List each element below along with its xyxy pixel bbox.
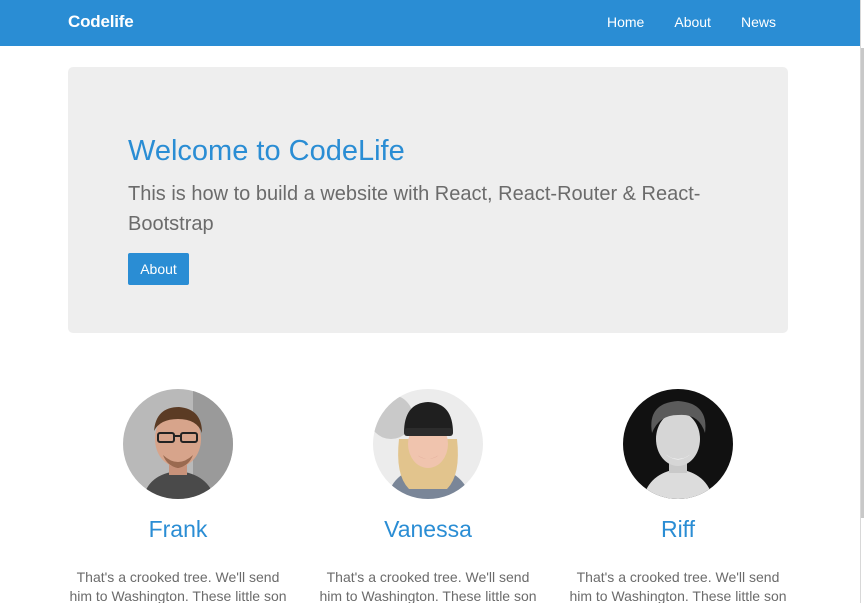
about-button[interactable]: About	[128, 253, 189, 285]
hero-subtitle: This is how to build a website with Reac…	[128, 183, 701, 235]
person-card-frank: Frank That's a crooked tree. We'll send …	[68, 389, 288, 603]
person-description: That's a crooked tree. We'll send him to…	[569, 569, 787, 603]
avatar-frank	[123, 389, 233, 499]
avatar-vanessa	[373, 389, 483, 499]
person-description: That's a crooked tree. We'll send him to…	[69, 569, 287, 603]
person-name: Vanessa	[384, 516, 472, 542]
hero-title: Welcome to CodeLife	[128, 135, 405, 167]
brand-logo[interactable]: Codelife	[68, 12, 134, 32]
person-description: That's a crooked tree. We'll send him to…	[319, 569, 537, 603]
person-card-riff: Riff That's a crooked tree. We'll send h…	[568, 389, 788, 603]
avatar-riff	[623, 389, 733, 499]
nav-link-home[interactable]: Home	[607, 14, 644, 30]
person-name: Frank	[148, 516, 208, 542]
person-name: Riff	[660, 516, 696, 542]
people-section: Frank That's a crooked tree. We'll send …	[68, 389, 788, 603]
nav-link-news[interactable]: News	[741, 14, 776, 30]
person-card-vanessa: Vanessa That's a crooked tree. We'll sen…	[318, 389, 538, 603]
hero-jumbotron: Welcome to CodeLife This is how to build…	[68, 67, 788, 333]
nav-link-about[interactable]: About	[674, 14, 711, 30]
top-navbar: Codelife Home About News	[0, 0, 860, 46]
nav-links: Home About News	[607, 14, 806, 30]
page-scrollbar[interactable]	[860, 0, 864, 603]
